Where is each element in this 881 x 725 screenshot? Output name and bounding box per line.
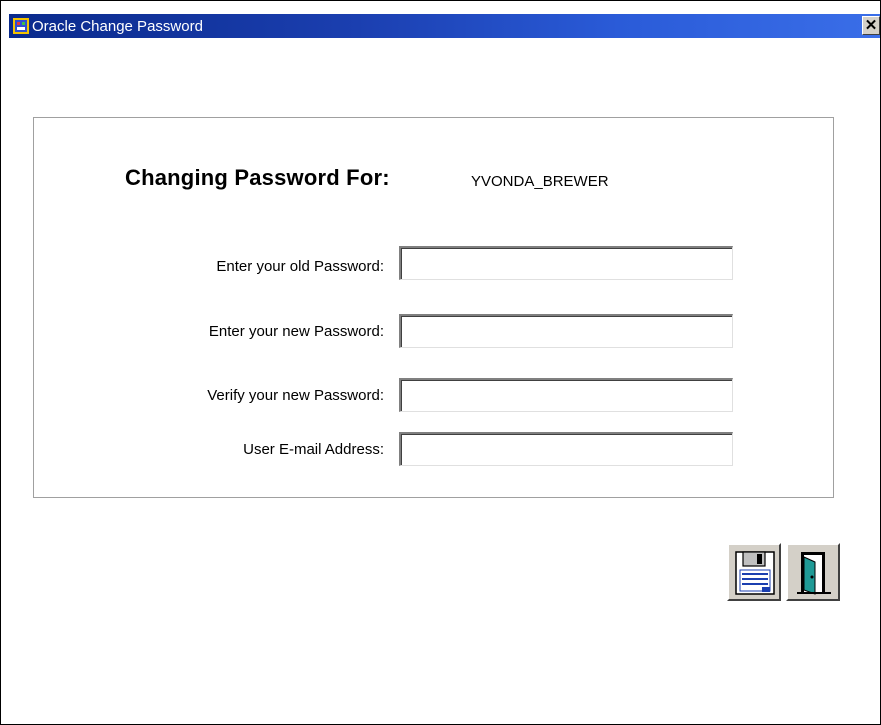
exit-button[interactable] <box>786 543 840 601</box>
title-bar[interactable]: Oracle Change Password ✕ <box>1 1 880 38</box>
verify-password-field[interactable] <box>399 378 733 412</box>
email-field[interactable] <box>399 432 733 466</box>
changing-password-label: Changing Password For: <box>125 165 390 190</box>
email-label: User E-mail Address: <box>243 441 384 458</box>
close-icon: ✕ <box>864 17 878 34</box>
change-password-window: Oracle Change Password ✕ Changing Passwo… <box>0 0 881 725</box>
username-value: YVONDA_BREWER <box>471 173 609 190</box>
old-password-field[interactable] <box>399 246 733 280</box>
oracle-app-icon[interactable] <box>13 18 29 34</box>
old-password-label: Enter your old Password: <box>216 258 384 275</box>
floppy-disk-icon <box>735 551 775 595</box>
close-button[interactable]: ✕ <box>862 16 880 35</box>
new-password-label: Enter your new Password: <box>208 323 384 340</box>
exit-door-icon <box>797 552 831 595</box>
window-title: Oracle Change Password <box>32 18 203 35</box>
new-password-field[interactable] <box>399 314 733 348</box>
verify-password-label: Verify your new Password: <box>207 387 384 404</box>
save-button[interactable] <box>727 543 781 601</box>
